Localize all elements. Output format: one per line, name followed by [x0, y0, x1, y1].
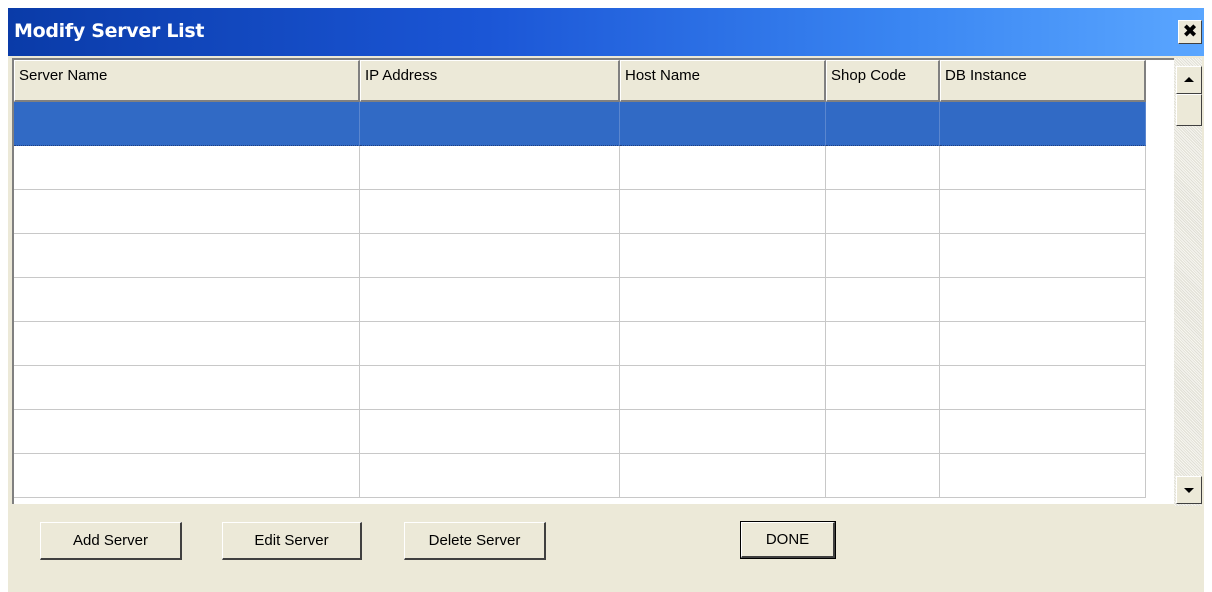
table-cell[interactable]	[620, 146, 826, 190]
table-cell[interactable]	[826, 366, 940, 410]
table-cell[interactable]	[14, 102, 360, 146]
edit-server-button[interactable]: Edit Server	[222, 522, 362, 560]
table-cell[interactable]	[360, 278, 620, 322]
table-cell[interactable]	[620, 366, 826, 410]
table-cell[interactable]	[826, 410, 940, 454]
close-icon: ✖	[1182, 21, 1198, 42]
done-button[interactable]: DONE	[740, 521, 836, 559]
table-row[interactable]	[14, 410, 1146, 454]
table-row[interactable]	[14, 146, 1146, 190]
add-server-button[interactable]: Add Server	[40, 522, 182, 560]
table-cell[interactable]	[620, 454, 826, 498]
scroll-thumb[interactable]	[1176, 94, 1202, 126]
vertical-scrollbar[interactable]	[1174, 58, 1202, 506]
close-button[interactable]: ✖	[1178, 20, 1202, 44]
table-cell[interactable]	[360, 190, 620, 234]
table-cell[interactable]	[14, 454, 360, 498]
table-cell[interactable]	[940, 278, 1146, 322]
table-row[interactable]	[14, 234, 1146, 278]
table-cell[interactable]	[940, 102, 1146, 146]
table-cell[interactable]	[360, 322, 620, 366]
table-cell[interactable]	[940, 410, 1146, 454]
table-cell[interactable]	[14, 234, 360, 278]
table-cell[interactable]	[360, 454, 620, 498]
table-cell[interactable]	[940, 322, 1146, 366]
table-cell[interactable]	[826, 190, 940, 234]
column-header-server-name[interactable]: Server Name	[14, 60, 360, 102]
table-cell[interactable]	[14, 278, 360, 322]
table-cell[interactable]	[620, 410, 826, 454]
table-cell[interactable]	[14, 366, 360, 410]
table-row[interactable]	[14, 454, 1146, 498]
scroll-down-button[interactable]	[1176, 476, 1202, 504]
table-cell[interactable]	[826, 454, 940, 498]
server-grid[interactable]: Server Name IP Address Host Name Shop Co…	[12, 58, 1174, 504]
table-cell[interactable]	[360, 410, 620, 454]
table-cell[interactable]	[826, 146, 940, 190]
table-cell[interactable]	[360, 234, 620, 278]
table-cell[interactable]	[14, 322, 360, 366]
table-cell[interactable]	[620, 190, 826, 234]
arrow-up-icon	[1184, 77, 1194, 82]
scroll-up-button[interactable]	[1176, 66, 1202, 94]
table-cell[interactable]	[14, 190, 360, 234]
table-cell[interactable]	[14, 410, 360, 454]
table-cell[interactable]	[360, 366, 620, 410]
table-row[interactable]	[14, 102, 1146, 146]
table-cell[interactable]	[940, 366, 1146, 410]
table-cell[interactable]	[620, 234, 826, 278]
table-cell[interactable]	[620, 102, 826, 146]
table-cell[interactable]	[360, 102, 620, 146]
delete-server-button[interactable]: Delete Server	[404, 522, 546, 560]
table-cell[interactable]	[826, 278, 940, 322]
table-cell[interactable]	[620, 322, 826, 366]
column-header-host-name[interactable]: Host Name	[620, 60, 826, 102]
column-header-ip-address[interactable]: IP Address	[360, 60, 620, 102]
table-cell[interactable]	[826, 234, 940, 278]
column-header-db-instance[interactable]: DB Instance	[940, 60, 1146, 102]
table-cell[interactable]	[940, 146, 1146, 190]
table-cell[interactable]	[826, 322, 940, 366]
title-bar: Modify Server List ✖	[8, 8, 1204, 56]
table-row[interactable]	[14, 322, 1146, 366]
column-header-shop-code[interactable]: Shop Code	[826, 60, 940, 102]
table-row[interactable]	[14, 190, 1146, 234]
table-cell[interactable]	[14, 146, 360, 190]
table-row[interactable]	[14, 366, 1146, 410]
modify-server-list-window: Modify Server List ✖ Server Name IP Addr…	[8, 8, 1204, 592]
table-cell[interactable]	[360, 146, 620, 190]
table-row[interactable]	[14, 278, 1146, 322]
window-title: Modify Server List	[14, 20, 205, 42]
table-cell[interactable]	[826, 102, 940, 146]
table-cell[interactable]	[940, 190, 1146, 234]
table-cell[interactable]	[940, 454, 1146, 498]
table-cell[interactable]	[620, 278, 826, 322]
arrow-down-icon	[1184, 488, 1194, 493]
table-cell[interactable]	[940, 234, 1146, 278]
